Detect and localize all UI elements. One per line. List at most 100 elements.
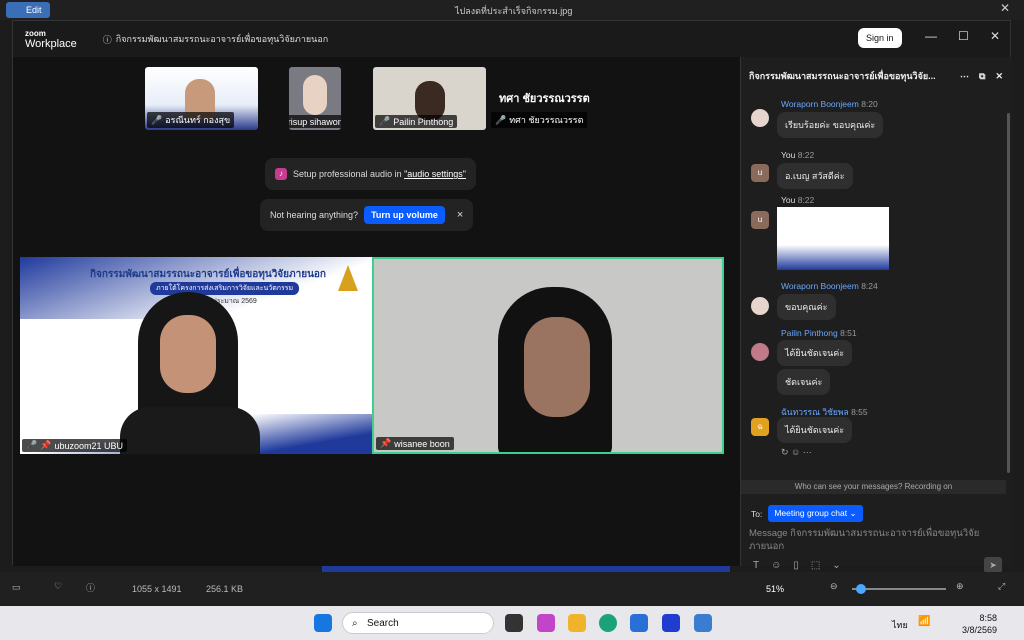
clock[interactable]: 8:58 3/8/2569 <box>962 612 997 636</box>
chat-header: กิจกรรมพัฒนาสมรรถนะอาจารย์เพื่อขอทุนวิจั… <box>741 57 1012 95</box>
zoom-app-icon[interactable] <box>662 614 680 632</box>
language-indicator[interactable]: ไทย <box>892 618 908 632</box>
image-dimensions: 1055 x 1491 <box>132 584 182 594</box>
zoom-titlebar: zoom Workplace ⓘ กิจกรรมพัฒนาสมรรถนะอาจา… <box>13 21 1010 57</box>
message-sender: You 8:22 <box>781 195 815 205</box>
reaction-icons[interactable]: ↻ ☺ ⋯ <box>781 447 812 458</box>
hearing-text: Not hearing anything? <box>270 210 359 220</box>
filmstrip-icon[interactable]: ▭ <box>12 582 21 593</box>
task-view-icon[interactable] <box>505 614 523 632</box>
pin-icon: 📌 <box>380 438 392 448</box>
maximize-icon[interactable]: ☐ <box>958 29 969 43</box>
message-sender: Woraporn Boonjeem 8:24 <box>781 281 878 291</box>
file-info-icon[interactable]: ⓘ <box>86 581 95 594</box>
compose-toolbar: T ☺ ▯ ⬚ ⌄ <box>753 560 841 571</box>
slide-subtitle: ภายใต้โครงการส่งเสริมการวิจัยและนวัตกรรม <box>150 282 300 295</box>
popup-close-icon[interactable]: × <box>457 209 463 221</box>
more-options-icon[interactable]: ⌄ <box>832 560 840 571</box>
store-icon[interactable] <box>630 614 648 632</box>
message-bubble[interactable]: อ.เบญ สวัสดีค่ะ <box>777 163 853 189</box>
edit-button[interactable]: Edit <box>6 2 50 18</box>
message-sender: You 8:22 <box>781 150 815 160</box>
thumbnail-2[interactable]: 🎤sirisup sihawong <box>289 67 341 130</box>
mic-muted-icon: 🎤 <box>379 116 391 126</box>
photos-app-icon[interactable] <box>694 614 712 632</box>
meeting-info[interactable]: ⓘ กิจกรรมพัฒนาสมรรถนะอาจารย์เพื่อขอทุนวิ… <box>103 32 328 46</box>
mic-muted-icon: 🎤 <box>26 440 38 450</box>
edge-icon[interactable] <box>599 614 617 632</box>
zoom-out-icon[interactable]: ⊖ <box>830 581 838 592</box>
wifi-icon[interactable]: 📶 <box>918 616 930 627</box>
meeting-title: กิจกรรมพัฒนาสมรรถนะอาจารย์เพื่อขอทุนวิจั… <box>115 34 329 44</box>
zoom-window: zoom Workplace ⓘ กิจกรรมพัฒนาสมรรถนะอาจา… <box>12 20 1012 573</box>
chat-panel: กิจกรรมพัฒนาสมรรถนะอาจารย์เพื่อขอทุนวิจั… <box>740 57 1012 573</box>
chat-recipient: To: Meeting group chat ⌄ <box>751 505 863 522</box>
mic-muted-icon: 🎤 <box>495 114 507 125</box>
message-bubble[interactable]: ได้ยินชัดเจนค่ะ <box>777 417 853 443</box>
fullscreen-icon[interactable]: ⤢ <box>998 581 1005 592</box>
mic-muted-icon: 🎤 <box>151 114 163 125</box>
start-icon[interactable] <box>314 614 332 632</box>
audio-settings-link[interactable]: "audio settings" <box>404 169 466 179</box>
audio-settings-popup: ♪ Setup professional audio in "audio set… <box>265 158 477 190</box>
chat-messages: Woraporn Boonjeem 8:20 เรียบร้อยค่ะ ขอบค… <box>741 95 1006 495</box>
emoji-icon[interactable]: ☺ <box>771 560 781 571</box>
chat-scrollbar[interactable] <box>1007 113 1010 473</box>
tile-name: wisanee boon <box>394 438 450 449</box>
thumbnail-4[interactable]: ทศา ชัยวรรณวรรต 🎤 ทศา ชัยวรรณวรรต <box>489 67 590 130</box>
close-icon[interactable]: ✕ <box>990 29 1000 43</box>
zoom-slider[interactable] <box>852 584 946 594</box>
favorite-icon[interactable]: ♡ <box>54 581 62 592</box>
message-bubble[interactable]: ขอบคุณค่ะ <box>777 294 836 320</box>
zoom-in-icon[interactable]: ⊕ <box>956 581 964 592</box>
recipient-dropdown[interactable]: Meeting group chat ⌄ <box>768 505 863 522</box>
avatar: ฉ <box>751 418 769 436</box>
hearing-popup: Not hearing anything? Turn up volume × <box>260 199 474 231</box>
screenshot-icon[interactable]: ⬚ <box>811 560 820 571</box>
thumbnail-name: Pailin Pinthong <box>393 116 454 127</box>
speaker-face <box>524 317 590 417</box>
avatar <box>751 343 769 361</box>
video-stage: 🎤อรณีนทร์ กองสุข 🎤sirisup sihawong 🎤Pail… <box>13 57 740 566</box>
zoom-logo: zoom Workplace <box>25 29 77 50</box>
photos-close-icon[interactable]: ✕ <box>1000 1 1010 15</box>
image-attachment[interactable] <box>777 207 889 270</box>
to-label: To: <box>751 508 763 519</box>
thumbnail-caption: ทศา ชัยวรรณวรรต <box>499 93 590 105</box>
send-icon[interactable]: ➤ <box>984 557 1002 573</box>
audio-icon: ♪ <box>275 168 287 180</box>
search-icon: ⌕ <box>352 618 358 629</box>
popout-icon[interactable]: ⧉ <box>979 71 985 82</box>
thumbnail-name: sirisup sihawong <box>289 116 341 127</box>
photo-viewer-bar: ▭ ♡ ⓘ 1055 x 1491 256.1 KB 51% ⊖ ⊕ ⤢ <box>0 572 1024 606</box>
message-input[interactable]: Message กิจกรรมพัฒนาสมรรถนะอาจารย์เพื่อข… <box>749 527 999 553</box>
format-icon[interactable]: T <box>753 560 759 571</box>
file-explorer-icon[interactable] <box>568 614 586 632</box>
message-bubble[interactable]: เรียบร้อยค่ะ ขอบคุณค่ะ <box>777 112 884 138</box>
avatar <box>751 297 769 315</box>
thumbnail-name: ทศา ชัยวรรณวรรต <box>509 115 584 125</box>
turn-up-volume-button[interactable]: Turn up volume <box>364 206 445 224</box>
chat-title: กิจกรรมพัฒนาสมรรถนะอาจารย์เพื่อขอทุนวิจั… <box>749 71 936 81</box>
message-bubble[interactable]: ชัดเจนค่ะ <box>777 369 831 395</box>
message-bubble[interactable]: ได้ยินชัดเจนค่ะ <box>777 340 853 366</box>
video-tile-speaker[interactable]: 📌 wisanee boon <box>372 257 724 454</box>
video-tile-presenter[interactable]: กิจกรรมพัฒนาสมรรถนะอาจารย์เพื่อขอทุนวิจั… <box>20 257 372 454</box>
chat-close-icon[interactable]: ✕ <box>995 71 1003 82</box>
message-sender: Woraporn Boonjeem 8:20 <box>781 99 878 109</box>
minimize-icon[interactable]: — <box>925 29 937 43</box>
more-icon[interactable]: ⋯ <box>960 71 969 82</box>
copilot-icon[interactable] <box>537 614 555 632</box>
taskbar: ⌕ Search ไทย 📶 8:58 3/8/2569 <box>0 606 1024 640</box>
zoom-value[interactable]: 51% <box>766 584 784 594</box>
thumbnail-3[interactable]: 🎤 Pailin Pinthong <box>373 67 486 130</box>
recording-note[interactable]: Who can see your messages? Recording on <box>741 480 1006 494</box>
taskbar-search[interactable]: ⌕ Search <box>342 612 494 634</box>
avatar <box>751 109 769 127</box>
slide-title: กิจกรรมพัฒนาสมรรถนะอาจารย์เพื่อขอทุนวิจั… <box>90 269 326 280</box>
photos-toolbar: Edit ไปลงดที่ประสำเร็จกิจกรรม.jpg ✕ <box>0 0 1024 20</box>
file-icon[interactable]: ▯ <box>793 560 799 571</box>
thumbnail-1[interactable]: 🎤 อรณีนทร์ กองสุข <box>145 67 258 130</box>
search-label: Search <box>367 618 399 629</box>
sign-in-button[interactable]: Sign in <box>858 28 902 48</box>
